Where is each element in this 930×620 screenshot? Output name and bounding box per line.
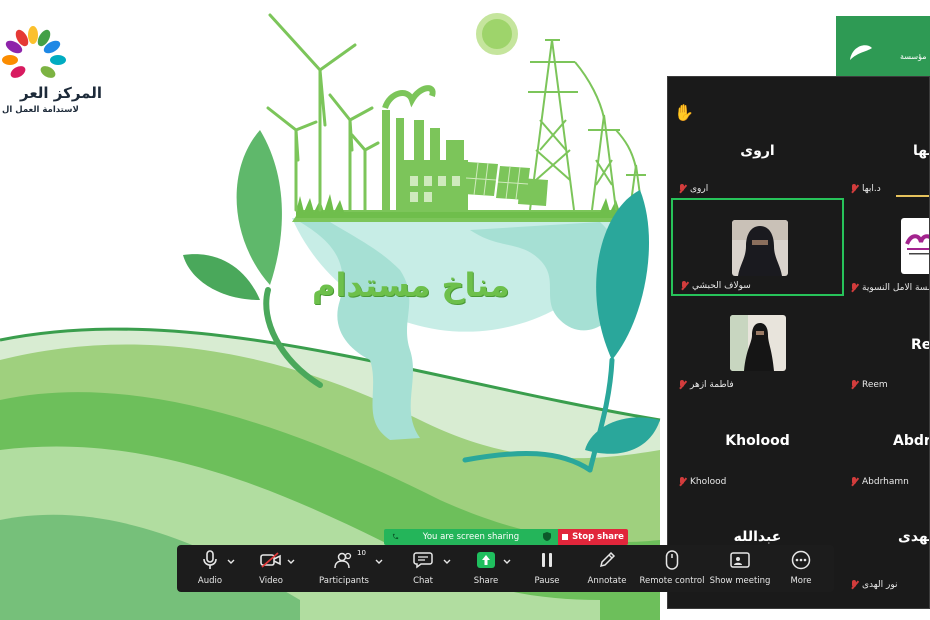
- mic-muted-icon: [677, 184, 687, 194]
- chevron-up-icon[interactable]: [287, 559, 295, 565]
- chat-label: Chat: [413, 576, 433, 586]
- participant-tile[interactable]: فاطمة ازهر: [671, 295, 844, 393]
- screen-share-banner: You are screen sharing Stop share: [384, 529, 628, 545]
- participant-tile[interactable]: الهدى نور الهدى: [843, 489, 929, 590]
- participant-label: اروى: [677, 181, 708, 197]
- participants-label: Participants: [319, 576, 369, 586]
- share-status-text: You are screen sharing: [422, 532, 520, 542]
- remote-control-label: Remote control: [639, 576, 705, 586]
- participant-label: د.ابها: [849, 181, 881, 197]
- stop-share-label: Stop share: [572, 532, 624, 542]
- participant-label: فاطمة ازهر: [677, 377, 734, 393]
- audio-label: Audio: [197, 576, 223, 586]
- org-logo-icon: [2, 26, 66, 78]
- mic-muted-icon: [849, 477, 859, 487]
- participant-name: فاطمة ازهر: [690, 380, 734, 390]
- participant-label: نور الهدى: [849, 577, 898, 593]
- stop-icon: [562, 534, 569, 540]
- participant-name: Abdrhamn: [862, 477, 909, 487]
- phone-icon: [392, 533, 399, 540]
- participant-display-name: عبدالله: [733, 529, 782, 545]
- participant-tile[interactable]: ابها د.ابها: [843, 99, 929, 197]
- pencil-icon: [599, 551, 616, 568]
- share-status: You are screen sharing: [384, 529, 558, 545]
- video-label: Video: [259, 576, 283, 586]
- mic-muted-icon: [677, 477, 687, 487]
- participant-video: [730, 315, 786, 371]
- participant-display-name: ابها: [913, 143, 929, 159]
- participant-name: Kholood: [690, 477, 727, 487]
- video-off-icon: [260, 552, 281, 568]
- mic-muted-icon: [849, 184, 859, 194]
- participant-avatar-logo: [901, 218, 929, 274]
- participants-icon: [334, 552, 352, 569]
- participant-display-name: الهدى: [898, 529, 929, 545]
- mic-muted-icon: [849, 580, 859, 590]
- mic-muted-icon: [677, 380, 687, 390]
- show-meeting-button[interactable]: Show meeting: [709, 549, 771, 589]
- microphone-icon: [203, 550, 217, 569]
- participant-label: سولاف الحبشي: [679, 278, 751, 294]
- video-button[interactable]: Video: [255, 549, 287, 589]
- pause-share-button[interactable]: Pause: [533, 549, 561, 589]
- show-meeting-label: Show meeting: [709, 576, 771, 586]
- participant-tile[interactable]: اروى اروى: [671, 99, 844, 197]
- participant-label: Reem: [849, 377, 888, 393]
- participant-tile[interactable]: Reem Reem: [843, 295, 930, 393]
- mic-muted-icon: [849, 283, 859, 293]
- slide-title: مناخ مستدام: [312, 266, 510, 304]
- org-name: المركز العر: [20, 84, 103, 102]
- participant-label: Kholood: [677, 474, 726, 490]
- participant-display-name: Reem: [911, 337, 930, 353]
- more-label: More: [790, 576, 812, 586]
- chevron-up-icon[interactable]: [443, 559, 451, 565]
- participant-tile[interactable]: Abdrh Abdrhamn: [843, 392, 929, 490]
- participant-video: [732, 220, 788, 276]
- participant-tile-active[interactable]: سولاف الحبشي: [671, 198, 844, 296]
- participant-display-name: Abdrh: [893, 433, 929, 449]
- participant-display-name: اروى: [740, 143, 775, 159]
- chevron-up-icon[interactable]: [227, 559, 235, 565]
- participant-label: Abdrhamn: [849, 474, 909, 490]
- pause-icon: [542, 553, 552, 567]
- participants-gallery[interactable]: ✋ اروى اروى ابها د.ابها سولاف الحبشي: [667, 76, 930, 609]
- participant-label: مؤسسة الامل النسوية: [849, 280, 929, 296]
- shield-icon: [543, 532, 551, 541]
- participant-count-badge: 10: [357, 549, 366, 557]
- participant-tile[interactable]: مؤسسة الامل النسوية: [843, 198, 929, 296]
- participant-name: د.ابها: [862, 184, 881, 194]
- share-label: Share: [473, 576, 499, 586]
- org-subtitle: لاستدامة العمل ال: [2, 105, 79, 115]
- annotate-label: Annotate: [587, 576, 627, 586]
- audio-button[interactable]: Audio: [195, 549, 225, 589]
- participant-name: اروى: [690, 184, 709, 194]
- share-icon: [477, 552, 495, 568]
- more-button[interactable]: More: [789, 549, 813, 589]
- chat-button[interactable]: Chat: [411, 549, 435, 589]
- meeting-toolbar: Audio Video Participants Chat Share Paus…: [177, 545, 834, 592]
- pause-label: Pause: [534, 576, 560, 586]
- stop-share-button[interactable]: Stop share: [558, 529, 628, 545]
- more-icon: [791, 550, 811, 570]
- participant-name: مؤسسة الامل النسوية: [862, 283, 929, 293]
- participant-name: نور الهدى: [862, 580, 898, 590]
- mic-muted-icon: [679, 281, 689, 291]
- corner-logo-text: مؤسسة: [900, 52, 927, 61]
- participant-display-name: Kholood: [725, 433, 790, 449]
- monitor-icon: [730, 552, 750, 568]
- mic-muted-icon: [849, 380, 859, 390]
- participant-name: سولاف الحبشي: [692, 281, 751, 291]
- chevron-up-icon[interactable]: [503, 559, 511, 565]
- share-button[interactable]: Share: [473, 549, 499, 589]
- remote-control-button[interactable]: Remote control: [639, 549, 705, 589]
- participant-name: Reem: [862, 380, 888, 390]
- participant-tile[interactable]: Kholood Kholood: [671, 392, 844, 490]
- annotate-button[interactable]: Annotate: [587, 549, 627, 589]
- chat-icon: [413, 552, 433, 569]
- chevron-up-icon[interactable]: [375, 559, 383, 565]
- mouse-icon: [665, 550, 679, 570]
